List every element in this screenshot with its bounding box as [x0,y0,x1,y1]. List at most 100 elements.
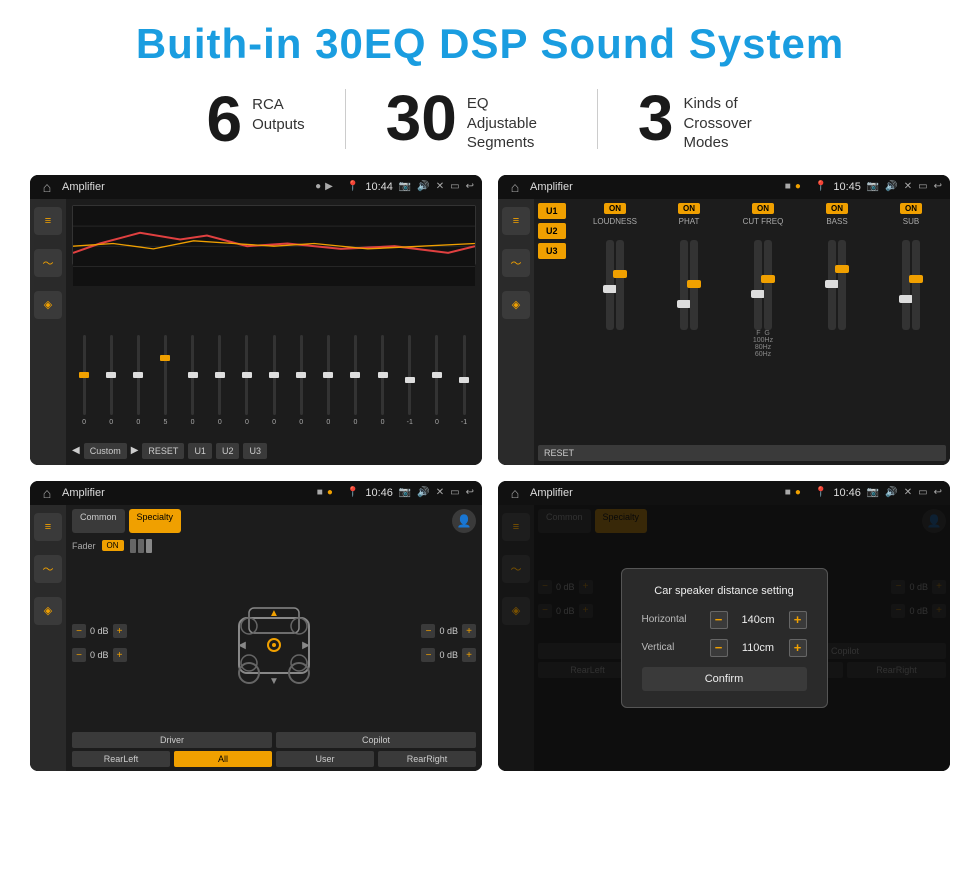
speaker-icon-2[interactable]: ◈ [502,291,530,319]
loudness-label: LOUDNESS [593,217,637,226]
loudness-sliders [606,230,624,330]
vertical-plus[interactable]: + [789,639,807,657]
screen3-time: 10:46 [365,487,393,499]
eq-icon-2[interactable]: ≡ [502,207,530,235]
person-icon: 👤 [452,509,476,533]
horizontal-minus[interactable]: − [710,611,728,629]
eq-sliders: 0 0 0 5 [72,282,476,439]
cross-main: U1 U2 U3 ON LOUDNESS [534,199,950,465]
spk-side: ≡ 〜 ◈ [30,505,66,771]
home-icon-3: ⌂ [38,484,56,502]
stat-crossover: 3 Kinds ofCrossover Modes [598,86,814,153]
eq-slider-7: 0 [262,335,286,435]
screen1-time: 10:44 [365,181,393,193]
plus-btn-2[interactable]: + [113,648,127,662]
cutfreq-sliders [754,230,772,330]
driver-btn[interactable]: Driver [72,732,272,748]
vertical-minus[interactable]: − [710,639,728,657]
tab-common[interactable]: Common [72,509,125,533]
plus-btn-1[interactable]: + [113,624,127,638]
side-controls-1: ≡ 〜 ◈ [30,199,66,465]
status-icons-2: ■ ● [785,181,801,192]
svg-text:▼: ▼ [269,676,279,687]
cross-reset-btn[interactable]: RESET [538,445,946,461]
vertical-row: Vertical − 110cm + [642,639,807,657]
wave-icon-2[interactable]: 〜 [502,249,530,277]
u-buttons: U1 U2 U3 [538,203,566,259]
back-icon: ↩ [466,181,474,192]
minus-btn-4[interactable]: − [421,648,435,662]
cam-icon: 📷 [399,181,411,192]
eq-slider-6: 0 [235,335,259,435]
eq-slider-11: 0 [371,335,395,435]
left-controls: − 0 dB + − 0 dB + [72,559,127,728]
home-icon-4: ⌂ [506,484,524,502]
screen-speaker: ⌂ Amplifier ■ ● 📍 10:46 📷 🔊 ✕ ▭ ↩ ≡ 〜 ◈ [30,481,482,771]
rearleft-btn[interactable]: RearLeft [72,751,170,767]
vertical-value: 110cm [736,642,781,654]
horizontal-label: Horizontal [642,614,702,625]
eq-slider-8: 0 [289,335,313,435]
status-bar-4: ⌂ Amplifier ■ ● 📍 10:46 📷 🔊 ✕ ▭ ↩ [498,481,950,505]
right-bot-db: − 0 dB + [421,648,476,662]
plus-btn-4[interactable]: + [462,648,476,662]
screen1-body: ≡ 〜 ◈ [30,199,482,465]
fader-on-badge: ON [102,540,124,551]
minus-btn-1[interactable]: − [72,624,86,638]
speaker-icon-3[interactable]: ◈ [34,597,62,625]
horizontal-row: Horizontal − 140cm + [642,611,807,629]
reset-btn[interactable]: RESET [142,443,184,459]
eq-slider-12: -1 [398,335,422,435]
vol-icon: 🔊 [417,181,429,192]
eq-slider-0: 0 [72,335,96,435]
minus-btn-3[interactable]: − [421,624,435,638]
minus-btn-2[interactable]: − [72,648,86,662]
wave-icon[interactable]: 〜 [34,249,62,277]
u1-cross-btn[interactable]: U1 [538,203,566,219]
wave-icon-3[interactable]: 〜 [34,555,62,583]
eq-icon-3[interactable]: ≡ [34,513,62,541]
all-btn[interactable]: All [174,751,272,767]
u1-btn[interactable]: U1 [188,443,212,459]
u2-btn[interactable]: U2 [216,443,240,459]
status-bar-2: ⌂ Amplifier ■ ● 📍 10:45 📷 🔊 ✕ ▭ ↩ [498,175,950,199]
cutfreq-label: CUT FREQ [743,217,784,226]
screen3-body: ≡ 〜 ◈ Common Specialty 👤 Fader ON [30,505,482,771]
screen3-title: Amplifier [62,487,311,499]
copilot-btn[interactable]: Copilot [276,732,476,748]
stats-row: 6 RCAOutputs 30 EQ AdjustableSegments 3 … [30,86,950,153]
screen2-time: 10:45 [833,181,861,193]
eq-main: 2532405063 80100125160200 25032040050063… [66,199,482,465]
stat-rca: 6 RCAOutputs [167,87,345,151]
bass-on: ON [826,203,848,214]
user-btn[interactable]: User [276,751,374,767]
phat-sliders [680,230,698,330]
eq-icon[interactable]: ≡ [34,207,62,235]
channel-phat: ON PHAT [654,203,724,441]
stat-label-rca: RCAOutputs [252,87,305,134]
confirm-button[interactable]: Confirm [642,667,807,691]
horizontal-value: 140cm [736,614,781,626]
tab-specialty[interactable]: Specialty [129,509,182,533]
stat-number-rca: 6 [207,87,243,151]
status-bar-1: ⌂ Amplifier ● ▶ 📍 10:44 📷 🔊 ✕ ▭ ↩ [30,175,482,199]
speaker-icon[interactable]: ◈ [34,291,62,319]
rearright-btn[interactable]: RearRight [378,751,476,767]
status-bar-3: ⌂ Amplifier ■ ● 📍 10:46 📷 🔊 ✕ ▭ ↩ [30,481,482,505]
u3-btn[interactable]: U3 [243,443,267,459]
plus-btn-3[interactable]: + [462,624,476,638]
right-controls: − 0 dB + − 0 dB + [421,559,476,728]
preset-label: Custom [84,443,127,459]
fader-label: Fader [72,541,96,551]
horizontal-plus[interactable]: + [789,611,807,629]
eq-slider-9: 0 [316,335,340,435]
channel-bass: ON BASS [802,203,872,441]
u2-cross-btn[interactable]: U2 [538,223,566,239]
cross-side: ≡ 〜 ◈ [498,199,534,465]
distance-dialog: Car speaker distance setting Horizontal … [621,568,828,708]
spk-main: Common Specialty 👤 Fader ON [66,505,482,771]
screen4-title: Amplifier [530,487,779,499]
status-icons-3: ■ ● [317,487,333,498]
stat-label-eq: EQ AdjustableSegments [467,86,557,153]
u3-cross-btn[interactable]: U3 [538,243,566,259]
